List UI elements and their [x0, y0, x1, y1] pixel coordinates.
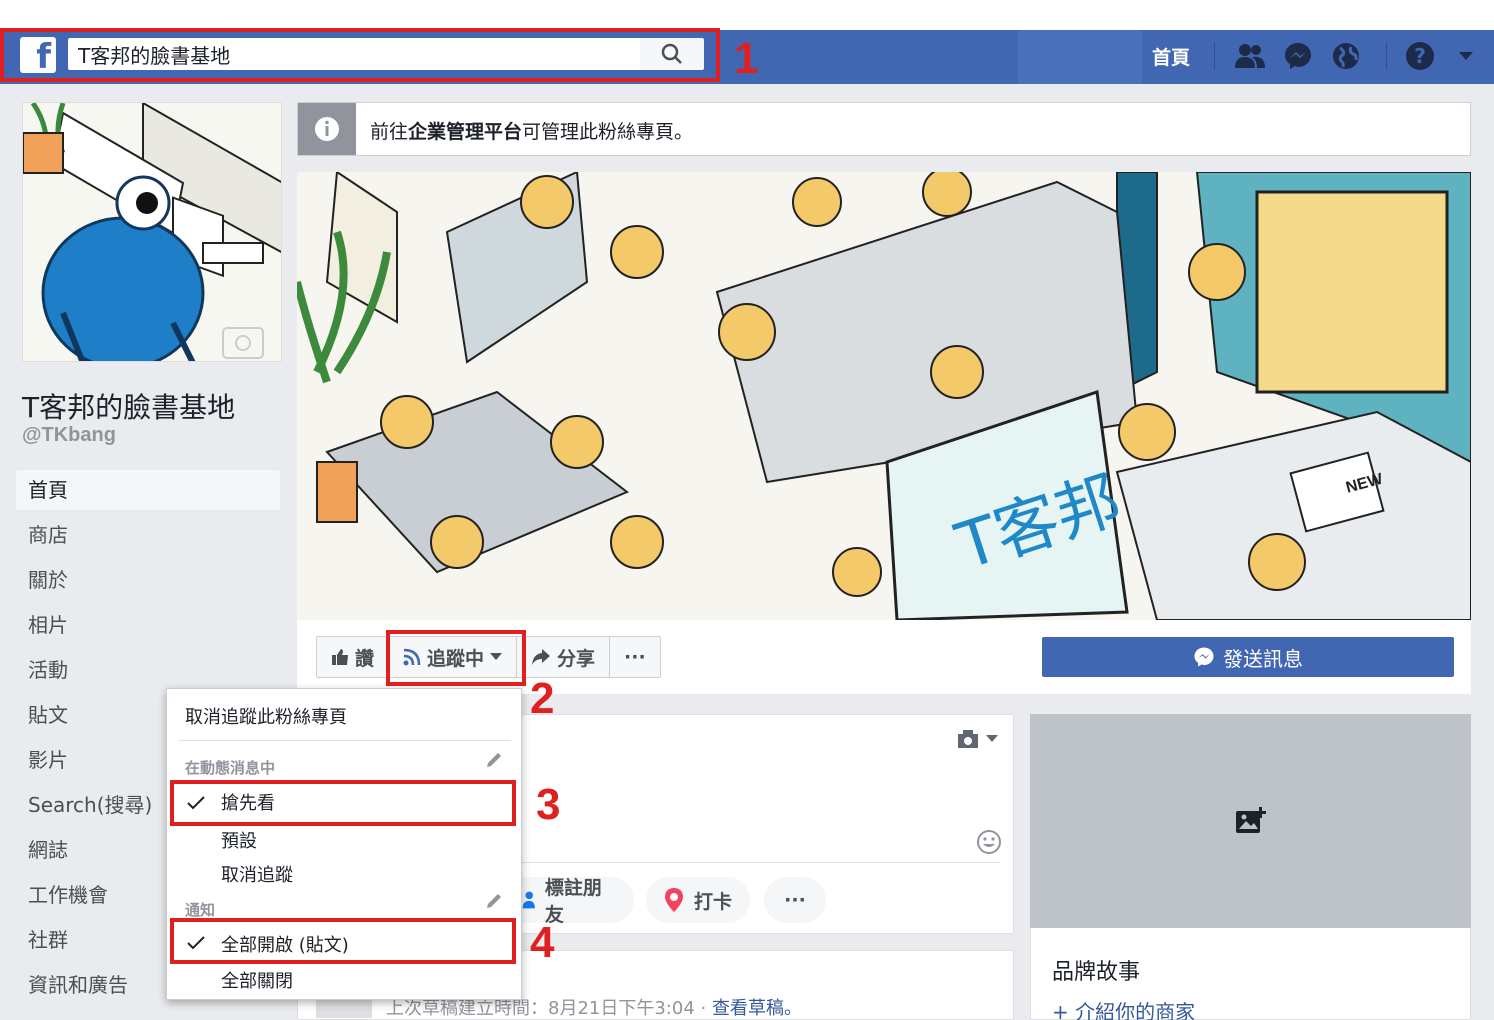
share-label: 分享: [557, 647, 596, 670]
messenger-icon: [1194, 647, 1214, 667]
draft-time: 上次草稿建立時間：8月21日下午3:04 ·: [386, 998, 707, 1019]
annotation-number-1: 1: [734, 34, 759, 83]
left-nav-item-home[interactable]: 首頁: [16, 470, 280, 510]
left-nav-item-shop[interactable]: 商店: [16, 514, 280, 559]
caret-down-icon: [986, 735, 998, 742]
annotation-box-2: [386, 630, 526, 686]
business-manager-link[interactable]: 企業管理平台: [408, 121, 522, 143]
dropdown-divider: [179, 740, 511, 741]
nav-home-link[interactable]: 首頁: [1152, 43, 1190, 70]
send-message-button[interactable]: 發送訊息: [1042, 637, 1454, 677]
left-nav-item-photos[interactable]: 相片: [16, 604, 280, 649]
nav-divider: [1214, 42, 1215, 70]
more-actions-button[interactable]: ···: [610, 637, 660, 677]
check-in-label: 打卡: [694, 890, 733, 913]
cover-illustration: NEW T客邦: [297, 172, 1471, 620]
globe-icon[interactable]: [1330, 40, 1362, 72]
location-pin-icon: [665, 888, 683, 912]
banner-suffix: 可管理此粉絲專頁。: [522, 121, 694, 143]
cover-photo[interactable]: NEW T客邦: [297, 172, 1471, 620]
annotation-box-1: [0, 28, 720, 82]
business-manager-banner: 前往企業管理平台可管理此粉絲專頁。: [297, 102, 1471, 156]
page-name: T客邦的臉書基地: [22, 391, 236, 424]
annotation-box-3: [170, 780, 516, 826]
tag-friends-label: 標註朋友: [544, 877, 602, 926]
composer-audience-selector[interactable]: [956, 728, 998, 750]
nav-highlight: [1018, 30, 1142, 84]
info-icon: [298, 103, 356, 155]
messenger-icon[interactable]: [1282, 40, 1314, 72]
profile-illustration: [23, 103, 281, 361]
profile-picture[interactable]: [22, 102, 282, 362]
unfollow-page-item[interactable]: 取消追蹤此粉絲專頁: [185, 703, 347, 729]
friends-icon[interactable]: [1234, 40, 1266, 72]
brand-story-title: 品牌故事: [1052, 960, 1141, 985]
annotation-number-3: 3: [536, 780, 561, 829]
annotation-number-4: 4: [530, 918, 555, 967]
notifications-header: 通知: [185, 901, 216, 919]
nav-divider: [1386, 42, 1387, 70]
emoji-icon[interactable]: [976, 829, 1002, 859]
like-button[interactable]: 讚: [317, 637, 390, 677]
like-label: 讚: [355, 647, 375, 670]
chevron-down-icon[interactable]: [1450, 40, 1482, 72]
unfollow-item[interactable]: 取消追蹤: [221, 861, 293, 887]
view-draft-link[interactable]: 查看草稿。: [712, 998, 802, 1019]
svg-text:?: ?: [1414, 44, 1426, 68]
banner-text: 前往企業管理平台可管理此粉絲專頁。: [370, 117, 693, 144]
more-label: ···: [624, 646, 646, 668]
composer-divider: [500, 862, 1000, 863]
help-icon[interactable]: ?: [1404, 40, 1436, 72]
top-white-strip: [0, 0, 1494, 30]
default-item[interactable]: 預設: [221, 827, 257, 853]
share-arrow-icon: [532, 649, 551, 665]
check-in-button[interactable]: 打卡: [646, 877, 751, 923]
edit-pencil-icon[interactable]: [485, 892, 503, 914]
in-news-feed-header: 在動態消息中: [185, 759, 276, 777]
annotation-box-4: [170, 918, 516, 964]
camera-icon: [958, 730, 978, 748]
send-message-label: 發送訊息: [1223, 646, 1303, 671]
share-button[interactable]: 分享: [517, 637, 611, 677]
all-off-item[interactable]: 全部關閉: [221, 967, 293, 993]
annotation-number-2: 2: [530, 674, 555, 723]
add-photo-icon: [1235, 807, 1266, 833]
introduce-business-link[interactable]: + 介紹你的商家: [1052, 996, 1195, 1020]
page-handle[interactable]: @TKbang: [22, 424, 116, 447]
thumbs-up-icon: [332, 649, 348, 665]
composer-more-button[interactable]: ···: [764, 877, 826, 923]
composer-more-label: ···: [784, 889, 806, 911]
edit-pencil-icon[interactable]: [485, 751, 503, 773]
brand-story-image-placeholder[interactable]: [1030, 714, 1471, 928]
left-nav-item-about[interactable]: 關於: [16, 559, 280, 604]
banner-prefix: 前往: [370, 121, 409, 143]
